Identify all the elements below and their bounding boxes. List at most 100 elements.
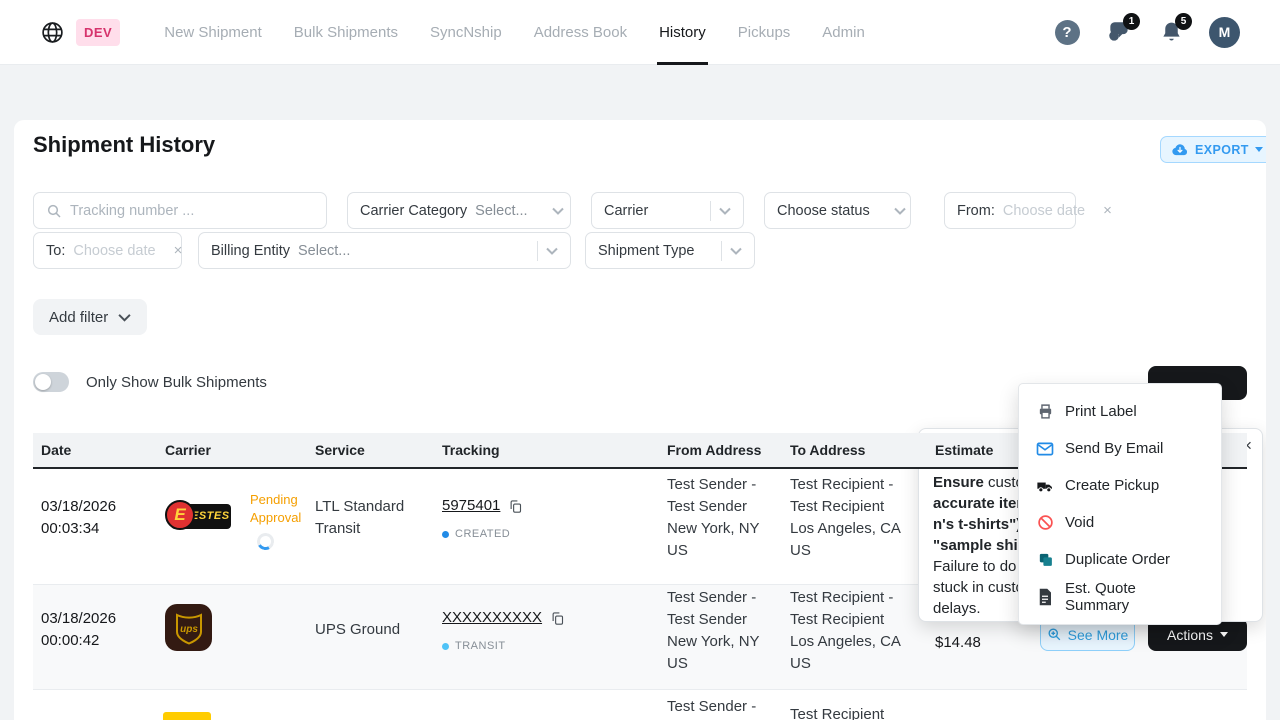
chevron-down-icon: [118, 313, 131, 322]
nav-pickups[interactable]: Pickups: [722, 0, 807, 65]
column-from-address: From Address: [667, 433, 761, 467]
copy-icon[interactable]: [508, 499, 523, 514]
divider: [710, 201, 711, 221]
service-name: LTL StandardTransit: [315, 496, 404, 540]
menu-item-print-label[interactable]: Print Label: [1019, 393, 1221, 430]
duplicate-icon: [1036, 551, 1054, 568]
estimate-price: $14.48: [935, 632, 981, 654]
nav-history[interactable]: History: [643, 0, 722, 65]
to-date-filter[interactable]: To: Choose date ×: [33, 232, 182, 269]
nav-address-book[interactable]: Address Book: [518, 0, 643, 65]
column-carrier: Carrier: [165, 433, 211, 467]
menu-item-create-pickup[interactable]: Create Pickup: [1019, 467, 1221, 504]
status-dot-transit: [442, 643, 449, 650]
tracking-number-filter[interactable]: [33, 192, 327, 229]
column-estimate: Estimate: [935, 433, 993, 467]
topbar-actions: ? 1 5 M: [1053, 17, 1240, 48]
question-mark-icon: ?: [1055, 20, 1080, 45]
billing-entity-label: Billing Entity: [211, 243, 290, 259]
document-icon: [1036, 588, 1054, 606]
tracking-number-link[interactable]: 5975401: [442, 495, 500, 517]
chevron-down-icon: [719, 207, 731, 215]
nav-admin[interactable]: Admin: [806, 0, 881, 65]
chevron-down-icon: [546, 247, 558, 255]
divider: [537, 241, 538, 261]
toggle-knob: [35, 374, 51, 390]
copy-icon[interactable]: [550, 611, 565, 626]
messages-button[interactable]: 1: [1105, 18, 1133, 46]
pending-approval-status: Pending Approval: [250, 491, 322, 527]
screen: DEV New Shipment Bulk Shipments SyncNshi…: [0, 0, 1280, 720]
table-row[interactable]: Test Sender - Test Recipient: [33, 690, 1247, 720]
from-address: Test Sender -Test Sender New York, NYUS: [667, 587, 760, 675]
carrier-category-select[interactable]: Carrier Category Select...: [347, 192, 571, 229]
from-date-filter[interactable]: From: Choose date ×: [944, 192, 1076, 229]
menu-item-duplicate-order[interactable]: Duplicate Order: [1019, 541, 1221, 578]
to-address: Test Recipient -Test Recipient Los Angel…: [790, 587, 901, 675]
tracking-cell: 5975401 CREATED: [442, 495, 523, 545]
from-date-label: From:: [957, 203, 995, 219]
carrier-category-label: Carrier Category: [360, 203, 467, 219]
carrier-logo-dhl: [163, 712, 211, 720]
carrier-label: Carrier: [604, 203, 648, 219]
divider: [721, 241, 722, 261]
from-date-placeholder: Choose date: [1003, 203, 1085, 219]
column-tracking: Tracking: [442, 433, 500, 467]
billing-entity-value: Select...: [298, 243, 350, 259]
app-logo-globe-icon[interactable]: [40, 19, 66, 45]
carrier-logo-estes: ESTES E: [165, 496, 231, 536]
from-address: Test Sender -: [667, 696, 756, 718]
status-dot-created: [442, 531, 449, 538]
bulk-shipments-toggle-row: Only Show Bulk Shipments: [33, 372, 267, 392]
shipment-date: 03/18/202600:03:34: [41, 496, 116, 540]
nav-syncnship[interactable]: SyncNship: [414, 0, 518, 65]
status-select[interactable]: Choose status: [764, 192, 911, 229]
carrier-category-value: Select...: [475, 203, 527, 219]
chevron-down-icon: [730, 247, 742, 255]
tracking-number-input[interactable]: [70, 203, 314, 219]
add-filter-label: Add filter: [49, 309, 108, 326]
notifications-button[interactable]: 5: [1157, 18, 1185, 46]
help-button[interactable]: ?: [1053, 18, 1081, 46]
printer-icon: [1036, 403, 1054, 420]
column-service: Service: [315, 433, 365, 467]
user-avatar[interactable]: M: [1209, 17, 1240, 48]
zoom-in-icon: [1047, 627, 1062, 642]
page-title: Shipment History: [33, 132, 215, 158]
menu-item-void[interactable]: Void: [1019, 504, 1221, 541]
svg-text:ups: ups: [180, 624, 198, 635]
actions-dropdown-menu: Print Label Send By Email Create Pick: [1018, 383, 1222, 625]
service-name: UPS Ground: [315, 619, 400, 641]
void-icon: [1036, 514, 1054, 531]
status-placeholder: Choose status: [777, 203, 870, 219]
shipment-type-label: Shipment Type: [598, 243, 694, 259]
menu-item-est-quote-summary[interactable]: Est. Quote Summary: [1019, 578, 1221, 615]
column-to-address: To Address: [790, 433, 865, 467]
shipment-status: TRANSIT: [442, 635, 565, 657]
nav-new-shipment[interactable]: New Shipment: [148, 0, 278, 65]
billing-entity-select[interactable]: Billing Entity Select...: [198, 232, 571, 269]
tracking-number-link[interactable]: XXXXXXXXXX: [442, 607, 542, 629]
clear-from-date-icon[interactable]: ×: [1101, 202, 1114, 219]
nav-bulk-shipments[interactable]: Bulk Shipments: [278, 0, 414, 65]
shipment-type-select[interactable]: Shipment Type: [585, 232, 755, 269]
carrier-logo-ups: ups: [165, 604, 212, 651]
only-bulk-shipments-toggle[interactable]: [33, 372, 69, 392]
carrier-select[interactable]: Carrier: [591, 192, 744, 229]
clear-to-date-icon[interactable]: ×: [172, 242, 185, 259]
chevron-down-icon: [1220, 632, 1228, 637]
shipment-status: CREATED: [442, 523, 523, 545]
dev-environment-badge: DEV: [76, 19, 120, 46]
from-address: Test Sender -Test Sender New York, NYUS: [667, 474, 760, 562]
to-date-label: To:: [46, 243, 65, 259]
top-navigation-bar: DEV New Shipment Bulk Shipments SyncNshi…: [0, 0, 1280, 65]
to-address: Test Recipient: [790, 704, 884, 720]
export-button[interactable]: EXPORT: [1160, 136, 1266, 163]
add-filter-button[interactable]: Add filter: [33, 299, 147, 335]
shipment-history-panel: Shipment History EXPORT Carrier Category…: [14, 120, 1266, 720]
truck-icon: [1036, 478, 1054, 494]
menu-item-send-by-email[interactable]: Send By Email: [1019, 430, 1221, 467]
messages-count-badge: 1: [1123, 13, 1140, 30]
cloud-download-icon: [1171, 142, 1189, 158]
search-icon: [46, 203, 62, 219]
